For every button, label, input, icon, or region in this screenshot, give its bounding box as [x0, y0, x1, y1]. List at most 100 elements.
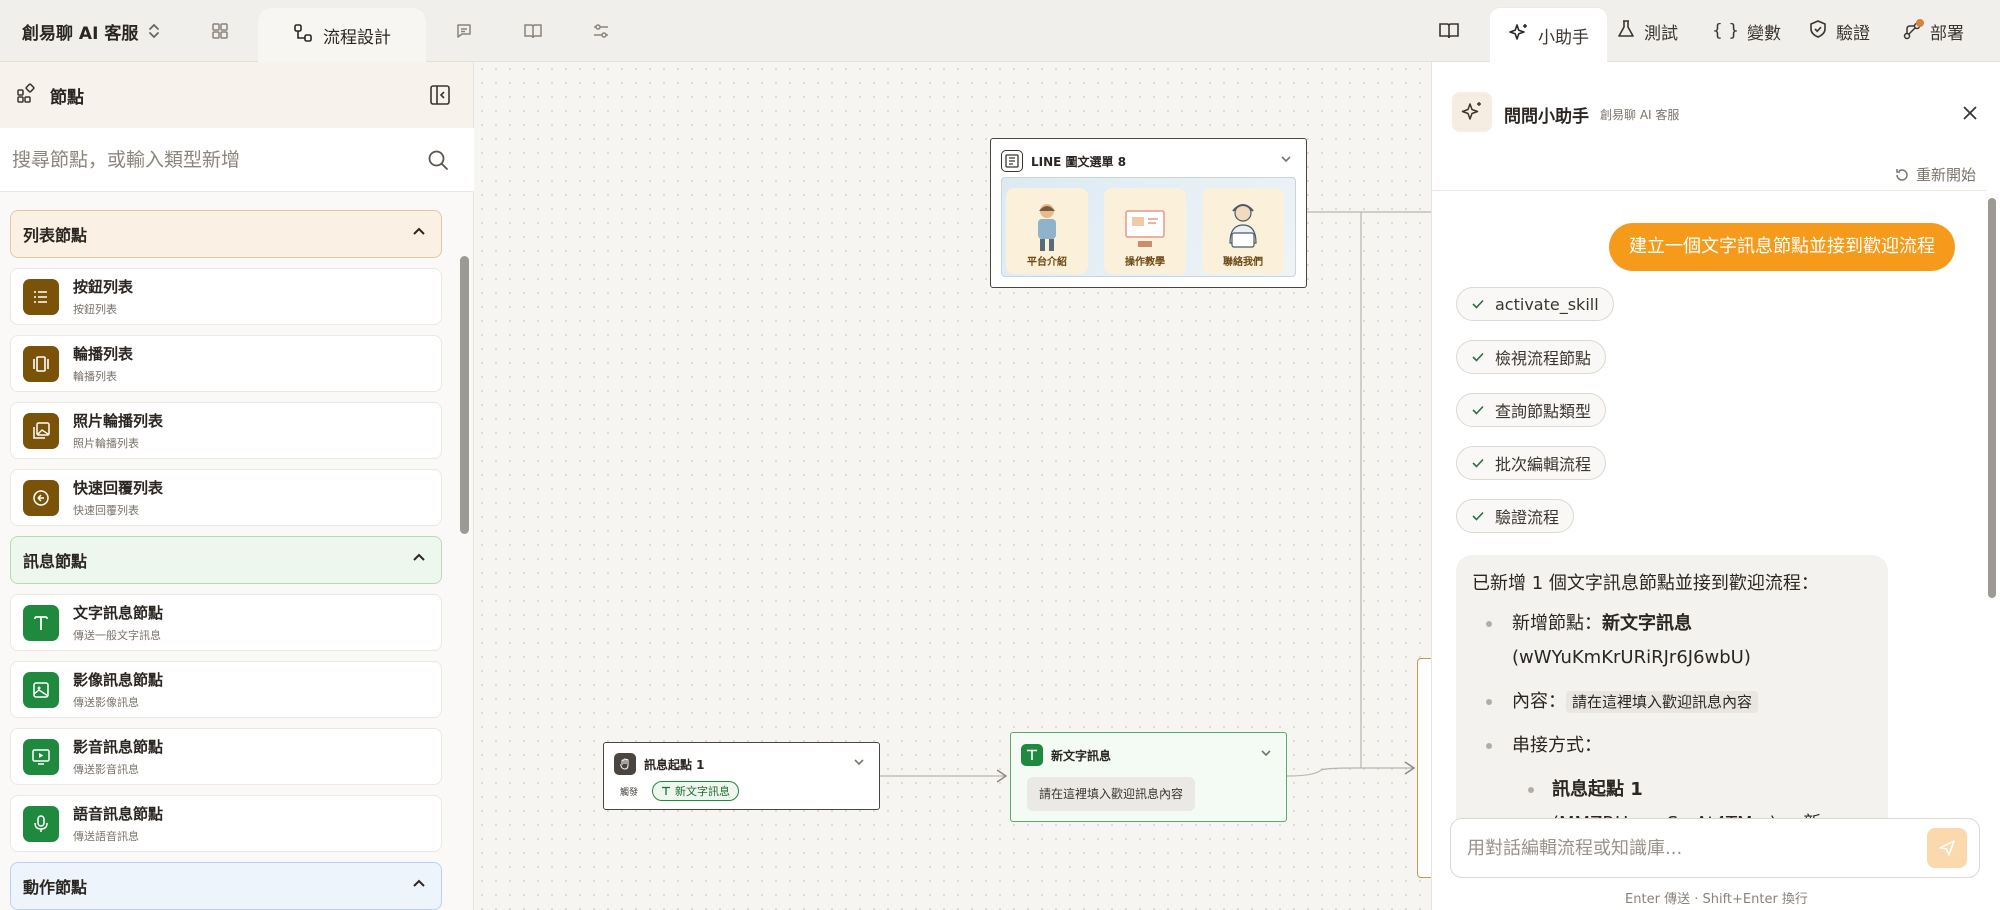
chevron-down-icon[interactable]	[1260, 747, 1272, 762]
flask-icon	[1616, 19, 1636, 44]
node-item-button-list[interactable]: 按鈕列表 按鈕列表	[10, 268, 442, 325]
chevron-down-icon[interactable]	[853, 756, 865, 771]
answer-item: 內容： 請在這裡填入歡迎訊息內容	[1472, 685, 1872, 719]
node-item-subtitle: 傳送語音訊息	[73, 830, 139, 843]
text-node-title: 新文字訊息	[1051, 748, 1112, 763]
chat-scrollbar[interactable]	[1988, 198, 1996, 598]
search-icon[interactable]	[426, 148, 450, 172]
answer-item-label: 新增節點：	[1512, 613, 1602, 634]
answer-intro: 已新增 1 個文字訊息節點並接到歡迎流程：	[1472, 573, 1819, 594]
shield-check-icon	[1808, 19, 1828, 44]
partially-hidden-node[interactable]	[1417, 658, 1431, 878]
chat-input[interactable]	[1467, 837, 1927, 859]
answer-node-name: 新文字訊息	[1602, 613, 1692, 634]
answer-content-code: 請在這裡填入歡迎訊息內容	[1566, 691, 1759, 713]
microphone-icon	[23, 805, 59, 842]
trigger-pill[interactable]: 新文字訊息	[652, 781, 740, 801]
notification-dot	[1916, 19, 1924, 27]
tool-call-label: activate_skill	[1495, 294, 1599, 314]
node-item-text-message[interactable]: 文字訊息節點 傳送一般文字訊息	[10, 594, 442, 651]
rich-menu-preview: 平台介紹 操作教學 聯絡我們	[1001, 177, 1296, 277]
answer-list: 新增節點：新文字訊息 (wWYuKmKrURiRJr6J6wbU) 內容： 請在這…	[1472, 607, 1872, 841]
restart-button[interactable]: 重新開始	[1894, 164, 1976, 185]
app-name: 創易聊 AI 客服	[22, 23, 139, 44]
list-icon	[23, 278, 59, 315]
node-item-image-message[interactable]: 影像訊息節點傳送影像訊息	[10, 661, 442, 718]
node-item-title: 輪播列表	[73, 345, 134, 363]
node-item-title: 影像訊息節點	[73, 671, 164, 689]
node-item-audio-message[interactable]: 語音訊息節點 傳送語音訊息	[10, 795, 442, 852]
tool-call-chip[interactable]: 驗證流程	[1456, 499, 1575, 533]
start-node-header: 訊息起點 1	[614, 752, 705, 776]
node-item-subtitle: 按鈕列表	[73, 303, 117, 316]
tool-call-chip[interactable]: 查詢節點類型	[1456, 393, 1607, 427]
tile-label: 平台介紹	[1027, 257, 1067, 268]
assistant-button[interactable]: 小助手	[1490, 8, 1607, 62]
tool-call-chip[interactable]: activate_skill	[1456, 287, 1614, 321]
sidebar-scrollbar[interactable]	[460, 256, 469, 534]
collapse-sidebar-icon[interactable]	[429, 84, 451, 106]
tool-call-label: 查詢節點類型	[1495, 402, 1592, 421]
section-message-nodes[interactable]: 訊息節點	[10, 536, 442, 584]
chat-icon[interactable]	[451, 18, 477, 44]
node-item-photo-carousel[interactable]: 照片輪播列表 照片輪播列表	[10, 402, 442, 459]
tool-call-label: 批次編輯流程	[1495, 455, 1592, 474]
check-icon	[1472, 299, 1484, 309]
variables-button[interactable]: { } 變數	[1712, 14, 1781, 48]
sidebar-header: 節點	[0, 62, 473, 128]
section-list-nodes[interactable]: 列表節點	[10, 210, 442, 258]
node-item-subtitle: 傳送影像訊息	[73, 696, 139, 709]
validate-button[interactable]: 驗證	[1808, 14, 1870, 48]
assistant-answer: 已新增 1 個文字訊息節點並接到歡迎流程： 新增節點：新文字訊息 (wWYuKm…	[1456, 555, 1888, 860]
deploy-icon	[1902, 19, 1924, 41]
tool-call-chip[interactable]: 批次編輯流程	[1456, 446, 1607, 480]
chevron-down-icon[interactable]	[1280, 153, 1292, 168]
node-item-title: 快速回覆列表	[73, 479, 164, 497]
node-item-video-message[interactable]: 影音訊息節點 傳送影音訊息	[10, 728, 442, 785]
node-item-quick-reply[interactable]: 快速回覆列表 快速回覆列表	[10, 469, 442, 526]
user-message: 建立一個文字訊息節點並接到歡迎流程	[1609, 223, 1955, 271]
tab-flow-design[interactable]: 流程設計	[258, 8, 426, 62]
answer-node-id: (wWYuKmKrURiRJr6J6wbU)	[1512, 647, 1751, 668]
chevron-up-icon	[411, 224, 427, 244]
settings-sliders-icon[interactable]	[588, 18, 614, 44]
test-button[interactable]: 測試	[1616, 14, 1678, 48]
braces-icon: { }	[1712, 21, 1740, 41]
close-icon[interactable]	[1961, 104, 1979, 122]
tool-call-chip[interactable]: 檢視流程節點	[1456, 340, 1607, 374]
text-message-node[interactable]: 新文字訊息 請在這裡填入歡迎訊息內容	[1010, 732, 1287, 822]
text-icon	[1021, 744, 1043, 766]
carousel-icon	[23, 345, 59, 382]
answer-item: 新增節點：新文字訊息 (wWYuKmKrURiRJr6J6wbU)	[1472, 607, 1872, 675]
node-item-carousel-list[interactable]: 輪播列表 輪播列表	[10, 335, 442, 392]
rich-menu-node[interactable]: LINE 圖文選單 8 平台介紹 操作教學 聯絡我們	[990, 138, 1307, 288]
tab-flow-design-label: 流程設計	[323, 27, 391, 48]
quick-reply-icon	[23, 479, 59, 516]
tile-label: 聯絡我們	[1223, 257, 1263, 268]
trigger-row: 觸發 新文字訊息	[620, 781, 740, 801]
start-node-title: 訊息起點 1	[644, 757, 705, 772]
node-item-subtitle: 快速回覆列表	[73, 504, 139, 517]
restart-icon	[1896, 168, 1908, 181]
app-selector[interactable]: 創易聊 AI 客服	[22, 16, 160, 46]
flow-canvas[interactable]: LINE 圖文選單 8 平台介紹 操作教學 聯絡我們 訊息起點 1 觸發 新文字…	[475, 62, 1431, 910]
section-action-nodes[interactable]: 動作節點	[10, 862, 442, 910]
node-search-input[interactable]	[12, 148, 426, 171]
answer-item: 串接方式：	[1472, 729, 1872, 763]
grid-icon[interactable]	[207, 18, 233, 44]
assistant-header: 問問小助手 創易聊 AI 客服	[1432, 62, 2000, 164]
tool-call-label: 檢視流程節點	[1495, 349, 1592, 368]
send-button[interactable]	[1927, 828, 1967, 868]
chevron-updown-icon	[148, 22, 160, 40]
message-start-node[interactable]: 訊息起點 1 觸發 新文字訊息	[603, 742, 880, 810]
send-icon	[1939, 840, 1955, 856]
trigger-pill-label: 新文字訊息	[675, 785, 731, 798]
top-bar: 創易聊 AI 客服 流程設計 小助手 測試 { } 變數 驗證 部署	[0, 0, 2000, 62]
node-item-subtitle: 照片輪播列表	[73, 437, 139, 450]
node-item-subtitle: 傳送影音訊息	[73, 763, 139, 776]
book-icon[interactable]	[520, 18, 546, 44]
assistant-label: 小助手	[1538, 27, 1589, 48]
deploy-button[interactable]: 部署	[1902, 14, 1964, 48]
docs-book-icon[interactable]	[1438, 14, 1460, 48]
check-icon	[1472, 352, 1484, 362]
